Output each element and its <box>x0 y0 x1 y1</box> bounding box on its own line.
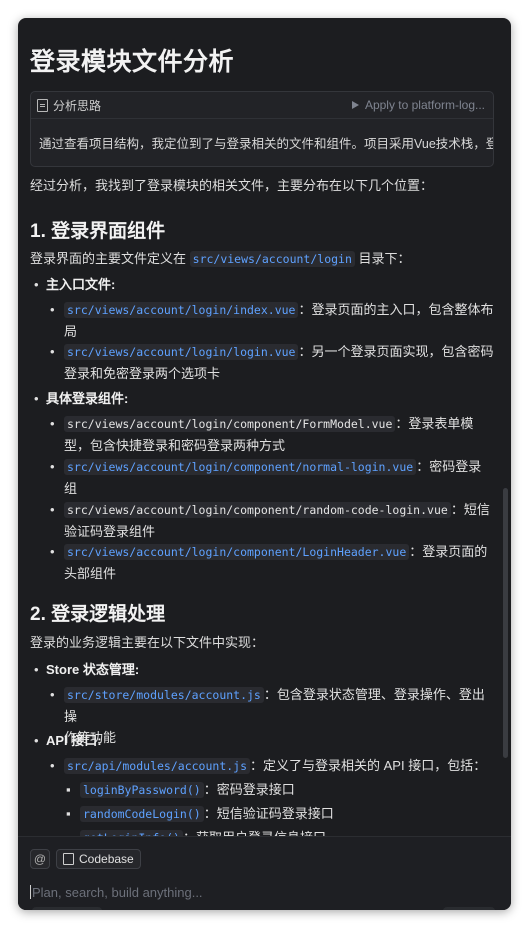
bullet-dot: • <box>34 391 39 406</box>
group1-bullet: • 主入口文件: <box>34 275 115 295</box>
bullet-dot: ▪ <box>66 782 71 797</box>
mode-selector[interactable] <box>32 907 102 910</box>
item-text: ：定义了与登录相关的 API 接口，包括： <box>250 758 487 773</box>
file-link[interactable]: src/store/modules/account.js <box>64 687 264 703</box>
codebase-icon <box>63 853 74 865</box>
play-icon <box>351 101 359 109</box>
section2-heading: 2. 登录逻辑处理 <box>30 604 166 625</box>
codebase-chip[interactable]: Codebase <box>56 849 141 869</box>
apply-button[interactable]: Apply to platform-log... <box>351 98 485 112</box>
store-bullet: • Store 状态管理: <box>34 660 139 680</box>
analysis-card[interactable]: 分析思路 Apply to platform-log... 通过查看项目结构，我… <box>30 91 494 167</box>
api-function[interactable]: loginByPassword() <box>80 782 204 798</box>
item-text-cont: 验证码登录组件 <box>64 524 156 539</box>
analysis-label: 分析思路 <box>53 98 102 113</box>
group2-label: 具体登录组件 <box>46 391 125 406</box>
list-item: ▪ loginByPassword() ：密码登录接口 <box>66 779 295 801</box>
list-item: • src/views/account/login/index.vue ：登录页面… <box>50 299 494 342</box>
mention-button[interactable]: @ <box>30 849 50 869</box>
file-link[interactable]: src/api/modules/account.js <box>64 758 251 774</box>
file-link[interactable]: src/views/account/login/index.vue <box>64 302 299 318</box>
file-path[interactable]: src/views/account/login/component/random… <box>64 502 451 518</box>
file-link[interactable]: src/views/account/login/login.vue <box>64 344 299 360</box>
file-link[interactable]: src/views/account/login/component/LoginH… <box>64 544 410 560</box>
section1-desc: 登录界面的主要文件定义在 src/views/account/login 目录下… <box>30 249 492 269</box>
bullet-dot: • <box>50 459 55 474</box>
list-item: • src/api/modules/account.js ：定义了与登录相关的 A… <box>50 755 494 777</box>
codebase-label: Codebase <box>79 852 134 866</box>
bullet-dot: ▪ <box>66 806 71 821</box>
api-label: API 接口 <box>46 733 98 748</box>
apply-label: Apply to platform-log... <box>364 98 485 112</box>
bullet-dot: • <box>50 758 55 773</box>
composer-panel: @ Codebase Plan, search, build anything.… <box>18 836 511 910</box>
api-function[interactable]: randomCodeLogin() <box>80 806 204 822</box>
list-item: • src/views/account/login/component/rand… <box>50 499 494 542</box>
section1-heading: 1. 登录界面组件 <box>30 221 166 242</box>
document-icon <box>37 98 48 112</box>
item-text-cont: 型，包含快捷登录和密码登录两种方式 <box>64 438 286 453</box>
analysis-text: 通过查看项目结构，我定位到了与登录相关的文件和组件。项目采用Vue技术栈，登录 <box>39 137 493 151</box>
item-text-cont: 头部组件 <box>64 566 117 581</box>
scrollbar[interactable] <box>503 488 508 758</box>
file-link[interactable]: src/views/account/login/component/normal… <box>64 459 417 475</box>
bullet-dot: • <box>50 502 55 517</box>
store-label: Store 状态管理 <box>46 662 135 677</box>
text-caret <box>30 885 31 899</box>
bullet-dot: • <box>34 662 39 677</box>
list-item: • src/views/account/login/component/Form… <box>50 413 494 456</box>
item-text-cont: 登录和免密登录两个选项卡 <box>64 366 221 381</box>
item-text: ：短信 <box>450 502 490 517</box>
item-text: ：登录表单模 <box>395 416 474 431</box>
code-path[interactable]: src/views/account/login <box>189 251 355 267</box>
item-text: ：短信验证码登录接口 <box>203 806 334 821</box>
list-item: • src/views/account/login/login.vue ：另一个登… <box>50 341 494 384</box>
section1-desc-suffix: 目录下： <box>358 251 411 266</box>
section1-desc-prefix: 登录界面的主要文件定义在 <box>30 251 187 266</box>
item-text-cont: 局 <box>64 324 78 339</box>
file-path[interactable]: src/views/account/login/component/FormMo… <box>64 416 396 432</box>
send-button[interactable] <box>443 907 495 910</box>
analysis-header[interactable]: 分析思路 Apply to platform-log... <box>31 92 493 119</box>
chat-window: 登录模块文件分析 分析思路 Apply to platform-log... 通… <box>18 18 511 910</box>
item-text: ：登录页面的主入口，包含整体布 <box>298 302 494 317</box>
bullet-dot: • <box>50 344 55 359</box>
bullet-dot: • <box>50 544 55 559</box>
item-text: ：登录页面的 <box>409 544 488 559</box>
bullet-dot: • <box>50 687 55 702</box>
item-text: ：密码登录接口 <box>203 782 295 797</box>
list-item: • src/views/account/login/component/Logi… <box>50 541 494 584</box>
bullet-dot: • <box>50 416 55 431</box>
bullet-dot: • <box>34 277 39 292</box>
group2-bullet: • 具体登录组件: <box>34 389 128 409</box>
api-bullet: • API 接口: <box>34 731 102 751</box>
group1-label: 主入口文件 <box>46 277 112 292</box>
section2-desc: 登录的业务逻辑主要在以下文件中实现： <box>30 635 265 650</box>
list-item: • src/store/modules/account.js ：包含登录状态管理、… <box>50 684 494 748</box>
intro-text: 经过分析，我找到了登录模块的相关文件，主要分布在以下几个位置： <box>30 178 434 193</box>
input-placeholder: Plan, search, build anything... <box>32 885 203 900</box>
list-item: ▪ randomCodeLogin() ：短信验证码登录接口 <box>66 803 334 825</box>
chat-input[interactable]: Plan, search, build anything... <box>30 885 470 900</box>
bullet-dot: • <box>50 302 55 317</box>
page-title: 登录模块文件分析 <box>30 48 235 76</box>
bullet-dot: • <box>34 733 39 748</box>
item-text: ：另一个登录页面实现，包含密码 <box>298 344 494 359</box>
